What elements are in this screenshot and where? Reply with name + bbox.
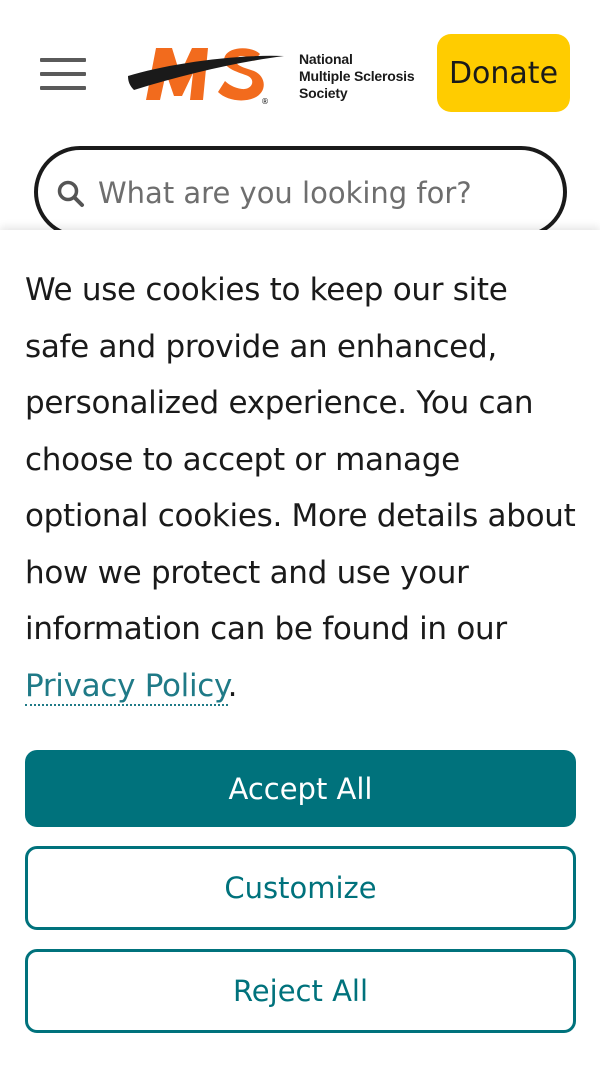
menu-bar — [40, 58, 86, 62]
search-icon — [57, 180, 84, 207]
logo-line: Society — [299, 85, 348, 101]
site-header: ® National Multiple Sclerosis Society Do… — [0, 0, 600, 140]
registered-mark: ® — [261, 97, 269, 106]
cookie-message-text: We use cookies to keep our site safe and… — [25, 272, 576, 647]
cookie-message-end: . — [227, 667, 238, 704]
logo-line: Multiple Sclerosis — [299, 68, 415, 84]
hamburger-menu-button[interactable] — [40, 58, 88, 92]
customize-button[interactable]: Customize — [25, 846, 576, 930]
menu-bar — [40, 86, 86, 90]
page: ® National Multiple Sclerosis Society Do… — [0, 0, 600, 1065]
donate-button[interactable]: Donate — [437, 34, 570, 112]
cookie-consent-banner: We use cookies to keep our site safe and… — [0, 230, 600, 1065]
cookie-message: We use cookies to keep our site safe and… — [25, 262, 580, 714]
logo-wordmark: National Multiple Sclerosis Society — [299, 51, 415, 102]
menu-bar — [40, 72, 86, 76]
reject-all-button[interactable]: Reject All — [25, 949, 576, 1033]
site-logo[interactable]: ® National Multiple Sclerosis Society — [126, 40, 426, 110]
logo-line: National — [299, 51, 353, 67]
privacy-policy-link[interactable]: Privacy Policy — [25, 667, 228, 706]
ms-logo-mark: ® — [128, 48, 284, 106]
search-input[interactable] — [98, 168, 538, 218]
accept-all-button[interactable]: Accept All — [25, 750, 576, 827]
search-bar[interactable] — [34, 146, 567, 238]
